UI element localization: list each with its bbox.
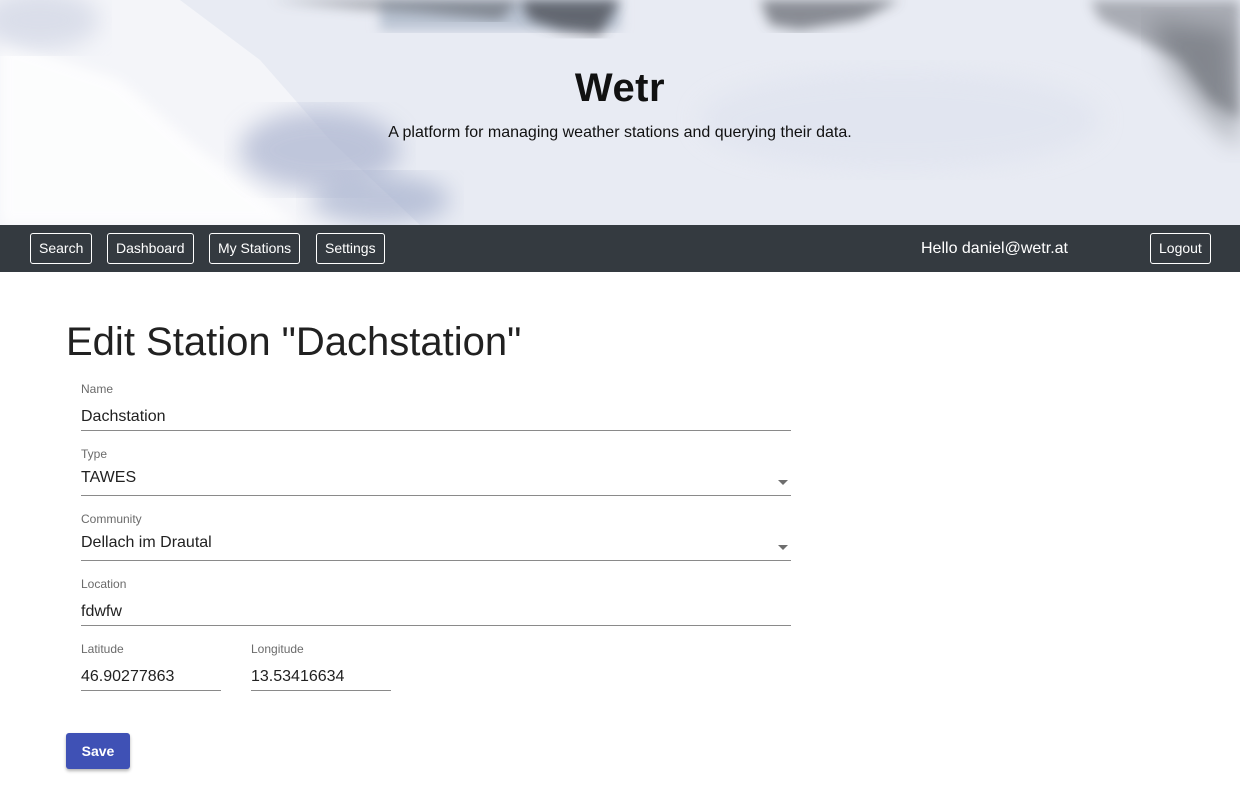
top-navbar: Search Dashboard My Stations Settings He… bbox=[0, 225, 1240, 272]
app-title: Wetr bbox=[574, 66, 666, 110]
user-greeting: Hello daniel@wetr.at bbox=[921, 240, 1068, 257]
snow-mountain-background bbox=[0, 0, 1240, 225]
latitude-field: Latitude bbox=[81, 642, 221, 691]
nav-my-stations-button[interactable]: My Stations bbox=[209, 233, 301, 264]
page-title: Edit Station "Dachstation" bbox=[66, 320, 522, 364]
community-select[interactable]: Dellach im Drautal bbox=[81, 528, 791, 561]
name-input[interactable] bbox=[81, 398, 791, 431]
hero-banner: Wetr A platform for managing weather sta… bbox=[0, 0, 1240, 225]
community-field: Community Dellach im Drautal bbox=[81, 512, 791, 561]
nav-dashboard-button[interactable]: Dashboard bbox=[107, 233, 194, 264]
logout-button[interactable]: Logout bbox=[1150, 233, 1211, 264]
type-selected-value[interactable]: TAWES bbox=[81, 463, 791, 496]
longitude-label: Longitude bbox=[251, 642, 304, 656]
name-label: Name bbox=[81, 382, 114, 396]
app-subtitle: A platform for managing weather stations… bbox=[388, 124, 852, 141]
latitude-input[interactable] bbox=[81, 658, 221, 691]
name-field: Name bbox=[81, 382, 791, 431]
type-label: Type bbox=[81, 447, 108, 461]
location-label: Location bbox=[81, 577, 127, 591]
caret-down-icon[interactable] bbox=[778, 545, 788, 550]
type-field: Type TAWES bbox=[81, 447, 791, 496]
community-label: Community bbox=[81, 512, 142, 526]
nav-settings-button[interactable]: Settings bbox=[316, 233, 385, 264]
caret-down-icon[interactable] bbox=[778, 480, 788, 485]
location-field: Location bbox=[81, 577, 791, 626]
longitude-field: Longitude bbox=[251, 642, 391, 691]
community-selected-value[interactable]: Dellach im Drautal bbox=[81, 528, 791, 561]
type-select[interactable]: TAWES bbox=[81, 463, 791, 496]
latitude-label: Latitude bbox=[81, 642, 124, 656]
longitude-input[interactable] bbox=[251, 658, 391, 691]
nav-search-button[interactable]: Search bbox=[30, 233, 93, 264]
save-button[interactable]: Save bbox=[66, 733, 130, 769]
location-input[interactable] bbox=[81, 593, 791, 626]
